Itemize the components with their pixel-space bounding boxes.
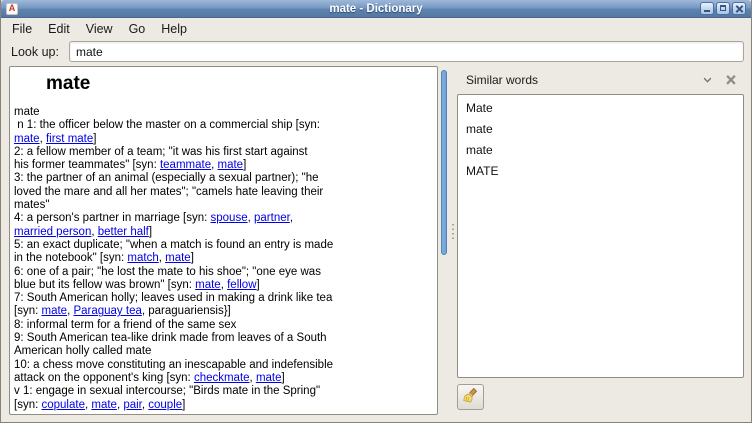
minimize-button[interactable] <box>700 2 714 15</box>
similar-word-item[interactable]: mate <box>458 140 743 161</box>
similar-words-footer <box>457 378 744 422</box>
definition-scrollbar-thumb[interactable] <box>441 70 447 255</box>
definition-text: mate n 1: the officer below the master o… <box>14 106 320 131</box>
similar-word-item[interactable]: MATE <box>458 161 743 182</box>
syn-link-paraguay-tea[interactable]: Paraguay tea <box>73 305 141 317</box>
syn-link-couple[interactable]: couple <box>148 399 182 411</box>
close-button[interactable] <box>732 2 746 15</box>
lookup-label: Look up: <box>11 45 59 59</box>
definition-body: mate n 1: the officer below the master o… <box>14 106 433 412</box>
syn-link-pair[interactable]: pair <box>123 399 142 411</box>
syn-link-mate[interactable]: mate <box>218 159 244 171</box>
syn-link-copulate[interactable]: copulate <box>41 399 84 411</box>
definition-text: , <box>290 212 293 224</box>
definition-headword: mate <box>46 72 433 96</box>
syn-link-mate[interactable]: mate <box>256 372 282 384</box>
definition-text: ] <box>182 399 185 411</box>
menu-view[interactable]: View <box>78 20 121 38</box>
titlebar[interactable]: A mate - Dictionary <box>1 0 751 18</box>
menu-help[interactable]: Help <box>153 20 195 38</box>
lookup-input[interactable] <box>69 41 744 62</box>
panel-close-icon[interactable]: × <box>725 73 736 87</box>
definition-scrollbar[interactable] <box>438 66 450 422</box>
syn-link-better-half[interactable]: better half <box>98 226 149 238</box>
syn-link-spouse[interactable]: spouse <box>211 212 248 224</box>
syn-link-first-mate[interactable]: first mate <box>46 133 93 145</box>
syn-link-mate[interactable]: mate <box>14 133 40 145</box>
menu-file[interactable]: File <box>4 20 40 38</box>
syn-link-mate[interactable]: mate <box>91 399 117 411</box>
similar-words-panel: Similar words × MatematemateMATE <box>457 66 744 422</box>
pane-splitter[interactable] <box>450 66 457 422</box>
syn-link-mate[interactable]: mate <box>41 305 67 317</box>
clear-list-button[interactable] <box>457 384 484 410</box>
syn-link-mate[interactable]: mate <box>165 252 191 264</box>
syn-link-fellow[interactable]: fellow <box>227 279 256 291</box>
maximize-button[interactable] <box>716 2 730 15</box>
syn-link-partner[interactable]: partner <box>254 212 290 224</box>
definition-pane: mate mate n 1: the officer below the mas… <box>9 66 450 422</box>
definition-view[interactable]: mate mate n 1: the officer below the mas… <box>9 66 438 415</box>
chevron-down-icon[interactable] <box>702 76 713 85</box>
lookup-row: Look up: <box>1 39 751 64</box>
splitter-grip-icon <box>452 224 454 240</box>
window-title: mate - Dictionary <box>1 3 751 15</box>
syn-link-match[interactable]: match <box>127 252 158 264</box>
similar-word-item[interactable]: Mate <box>458 98 743 119</box>
similar-words-list: MatematemateMATE <box>457 94 744 378</box>
similar-word-item[interactable]: mate <box>458 119 743 140</box>
broom-icon <box>462 387 479 407</box>
dictionary-window: A mate - Dictionary FileEditViewGoHelp L… <box>0 0 752 423</box>
syn-link-married-person[interactable]: married person <box>14 226 91 238</box>
similar-words-title: Similar words <box>466 73 690 87</box>
syn-link-checkmate[interactable]: checkmate <box>194 372 250 384</box>
syn-link-mate[interactable]: mate <box>195 279 221 291</box>
main-content: mate mate n 1: the officer below the mas… <box>1 64 751 422</box>
syn-link-teammate[interactable]: teammate <box>160 159 211 171</box>
window-controls <box>700 2 746 15</box>
menu-bar: FileEditViewGoHelp <box>1 18 751 39</box>
menu-edit[interactable]: Edit <box>40 20 78 38</box>
similar-words-header: Similar words × <box>457 66 744 94</box>
menu-go[interactable]: Go <box>121 20 154 38</box>
